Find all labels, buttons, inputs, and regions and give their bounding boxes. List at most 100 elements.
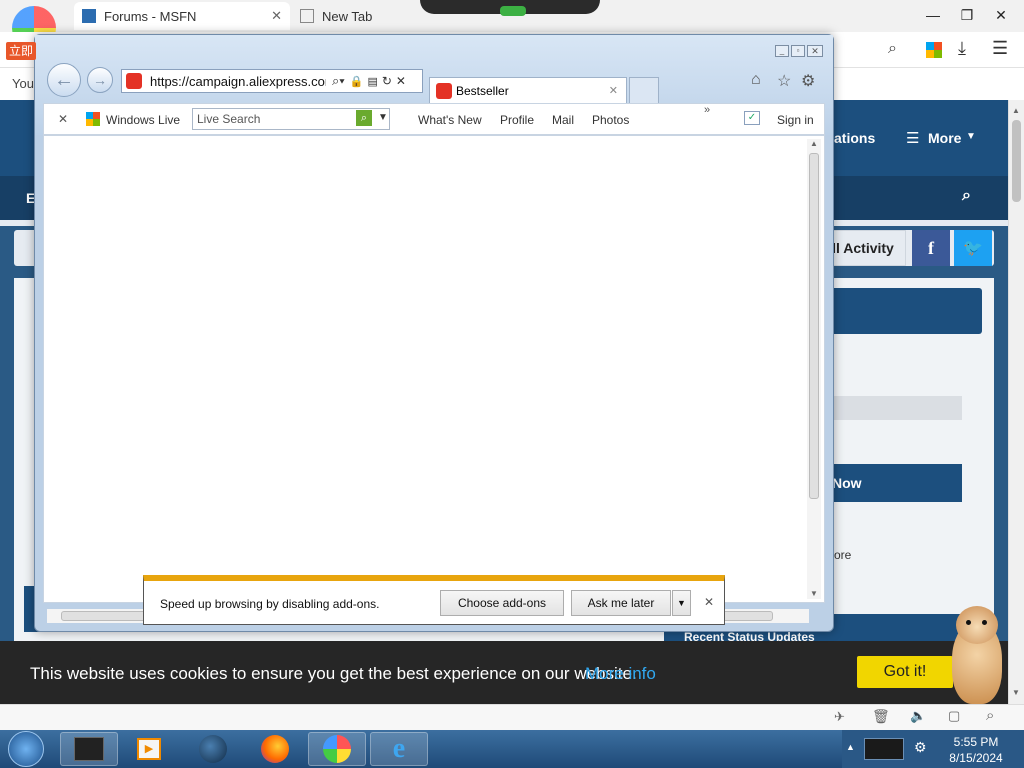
trash-icon[interactable]: 🗑 [872,708,890,725]
twitter-icon: 🐦 [963,240,983,257]
volume-icon[interactable]: 🔈 [910,708,926,724]
taskbar-clock[interactable]: 5:55 PM 8/15/2024 [938,734,1014,766]
ie-new-tab-button[interactable] [629,77,659,103]
notification-close-icon[interactable]: ✕ [704,595,714,609]
scroll-down-icon[interactable]: ▼ [1012,688,1020,697]
favorites-star-icon[interactable]: ☆ [777,71,791,91]
facebook-button[interactable]: f [912,230,950,266]
sidebar-input-bar[interactable] [834,396,962,420]
ie-tab-bestseller[interactable]: Bestseller ✕ [429,77,627,103]
forward-icon[interactable]: → [87,67,113,93]
ie-page-content [43,135,825,603]
taskbar-item-media[interactable]: ▶ [120,732,178,766]
join-now-button[interactable]: Now [814,464,962,502]
tray-expand-icon[interactable]: ▲ [846,742,855,752]
cookie-more-info-link[interactable]: More info [585,664,656,684]
cmdbar-link-whats-new[interactable]: What's New [418,113,482,127]
new-tab-icon [300,9,314,23]
nav-item-fragment[interactable]: ations [834,130,875,146]
aliexpress-tab-favicon-icon [436,82,452,99]
apps-grid-icon[interactable] [926,42,942,58]
facebook-icon: f [928,237,934,258]
compat-view-icon[interactable]: ▤ [367,75,377,88]
ask-later-dropdown-icon[interactable]: ▼ [672,590,691,616]
ie-tab-close-icon[interactable]: ✕ [609,84,618,97]
ask-me-later-button[interactable]: Ask me later [571,590,671,616]
close-tab-icon[interactable]: ✕ [271,8,282,24]
ie-command-bar: ✕ Windows Live Live Search ⌕ ▼ What's Ne… [43,103,825,135]
cmdbar-link-mail[interactable]: Mail [552,113,574,127]
sidebar-more-link[interactable]: ore [834,548,851,562]
windows-logo-icon [86,112,100,126]
ie-scroll-up-icon[interactable]: ▲ [810,139,818,148]
live-search-go-icon[interactable]: ⌕ [356,110,372,126]
taskbar-item-chromium[interactable] [308,732,366,766]
minimize-icon[interactable]: — [918,4,948,26]
stop-icon[interactable]: ✕ [396,74,406,88]
cmdbar-link-profile[interactable]: Profile [500,113,534,127]
twitter-button[interactable]: 🐦 [954,230,992,266]
promo-badge[interactable]: 立即 [6,42,36,60]
back-icon[interactable]: ← [47,63,81,97]
scroll-up-icon[interactable]: ▲ [1012,106,1020,115]
checkbox-icon[interactable]: ✓ [744,111,760,125]
home-icon[interactable]: ⌂ [751,71,761,89]
site-search-icon[interactable]: ⌕ [962,187,971,205]
more-menu-icon[interactable]: ☰ [906,129,919,147]
taskbar-item-firefox[interactable] [246,732,304,766]
cookie-message: This website uses cookies to ensure you … [30,664,637,683]
ie-vertical-scrollbar[interactable]: ▲ ▼ [807,139,821,599]
taskbar-item-ie[interactable]: e [370,732,428,766]
bookmark-item[interactable]: You [12,76,34,91]
close-window-icon[interactable]: ✕ [986,4,1016,26]
more-menu-label[interactable]: More [928,130,961,146]
internet-explorer-icon: e [392,733,406,764]
cookie-accept-button[interactable]: Got it! [857,656,953,688]
tab-forums-msfn[interactable]: Forums - MSFN ✕ [74,2,290,30]
page-scrollbar[interactable]: ▲ ▼ [1008,100,1024,706]
outer-status-bar: ✈ 🗑 🔈 ▢ ⌕ [0,704,1024,730]
globe-icon [199,735,227,763]
restore-icon[interactable]: ❐ [952,4,982,26]
sign-in-link[interactable]: Sign in [777,113,814,127]
address-bar[interactable]: https://campaign.aliexpress.com ⌕▾ 🔒 ▤ ↻… [121,69,423,93]
start-button-icon[interactable] [8,731,44,767]
ie-window: _ ▫ ✕ ← → https://campaign.aliexpress.co… [34,34,834,632]
ie-close-icon[interactable]: ✕ [807,45,823,57]
scrollbar-thumb[interactable] [1012,120,1021,202]
ie-restore-icon[interactable]: ▫ [791,45,805,57]
taskbar-item-terminal[interactable] [60,732,118,766]
windows-live-link[interactable]: Windows Live [106,113,180,127]
ie-scroll-down-icon[interactable]: ▼ [810,589,818,598]
tab-label: Forums - MSFN [104,8,197,24]
chevron-more-icon[interactable]: » [704,104,710,116]
aliexpress-favicon-icon [126,73,142,89]
search-dropdown-icon[interactable]: ⌕▾ [332,73,345,89]
tools-gear-icon[interactable]: ⚙ [801,71,815,91]
ie-vscroll-thumb[interactable] [809,153,819,499]
notification-message: Speed up browsing by disabling add-ons. [160,597,380,611]
choose-addons-button[interactable]: Choose add-ons [440,590,564,616]
search-icon[interactable]: ⌕ [888,40,897,58]
msfn-favicon-icon [82,9,96,23]
menu-icon[interactable]: ☰ [992,38,1008,59]
ie-tab-label: Bestseller [456,83,509,98]
hamster-mascot-icon[interactable] [946,606,1006,706]
zoom-icon[interactable]: ⌕ [986,707,994,724]
tray-app-icon[interactable] [864,738,904,760]
network-icon[interactable]: ⚙ [914,739,927,756]
addons-notification-bar: Speed up browsing by disabling add-ons. … [143,575,725,625]
cmdbar-link-photos[interactable]: Photos [592,113,629,127]
refresh-icon[interactable]: ↻ [382,74,392,88]
outer-titlebar: 立即 Forums - MSFN ✕ New Tab — ❐ ✕ [0,0,1024,60]
green-indicator-icon [500,6,526,16]
taskbar-item-globe[interactable] [184,732,242,766]
rocket-icon[interactable]: ✈ [834,709,845,725]
toolbar-close-icon[interactable]: ✕ [58,112,68,126]
tab-label: New Tab [322,8,373,24]
search-options-dropdown-icon[interactable]: ▼ [378,112,388,123]
ie-minimize-icon[interactable]: _ [775,45,789,57]
chevron-down-icon: ▼ [966,131,976,142]
download-icon[interactable]: ⤓ [958,38,966,59]
window-icon[interactable]: ▢ [948,708,960,724]
